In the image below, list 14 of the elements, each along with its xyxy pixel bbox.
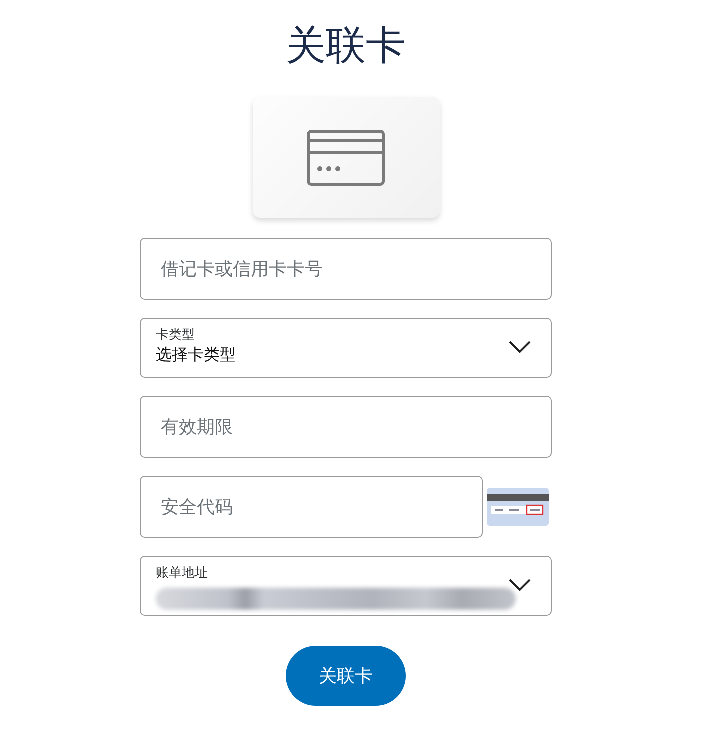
input-field[interactable]: 有效期限: [140, 396, 552, 458]
billing-address-select[interactable]: 账单地址: [140, 556, 552, 616]
input-field[interactable]: 借记卡或信用卡卡号: [140, 238, 552, 300]
chevron-down-icon: [509, 579, 531, 592]
page-title: 关联卡: [286, 22, 406, 71]
select-value: 选择卡类型: [156, 344, 237, 366]
field-label: 账单地址: [156, 565, 209, 582]
card-type-select[interactable]: 卡类型 选择卡类型: [140, 318, 552, 378]
input-field[interactable]: 安全代码: [140, 476, 483, 538]
field-label: 卡类型: [156, 327, 196, 344]
credit-card-icon: [307, 130, 385, 186]
link-card-button[interactable]: 关联卡: [286, 646, 406, 706]
chevron-down-icon: [509, 341, 531, 354]
card-back-icon: [487, 488, 549, 526]
